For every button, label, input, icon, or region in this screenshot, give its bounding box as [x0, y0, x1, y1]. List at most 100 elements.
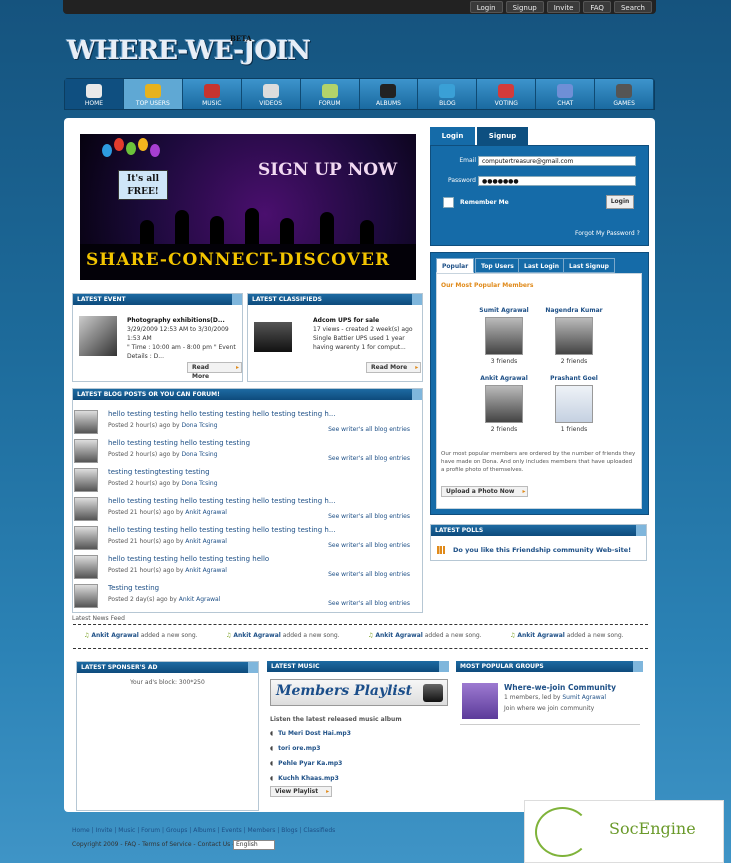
- tab-top-users[interactable]: Top Users: [475, 258, 520, 273]
- blog-meta: Posted 2 day(s) ago by Ankit Agrawal: [108, 596, 221, 603]
- members-playlist-banner[interactable]: Members Playlist: [270, 679, 448, 706]
- member-name[interactable]: Ankit Agrawal: [474, 375, 534, 382]
- author-avatar[interactable]: [74, 468, 98, 492]
- remember-checkbox[interactable]: [443, 197, 454, 208]
- top-link-search[interactable]: Search: [613, 1, 652, 13]
- nav-forum[interactable]: FORUM: [301, 79, 360, 109]
- signup-banner[interactable]: It's all FREE! SIGN UP NOW SHARE-CONNECT…: [80, 134, 416, 280]
- author-avatar[interactable]: [74, 439, 98, 463]
- top-link-signup[interactable]: Signup: [505, 1, 544, 13]
- news-user[interactable]: Ankit Agrawal: [233, 632, 281, 639]
- member-card[interactable]: Ankit Agrawal 2 friends: [474, 375, 534, 433]
- upload-photo-button[interactable]: Upload a Photo Now: [441, 486, 529, 497]
- nav-chat[interactable]: CHAT: [536, 79, 596, 109]
- site-logo[interactable]: WHERE-WE-JOIN: [67, 36, 311, 66]
- member-friends: 2 friends: [490, 426, 518, 433]
- writer-entries-link[interactable]: See writer's all blog entries: [328, 455, 410, 462]
- gramophone-icon: [423, 684, 443, 702]
- forgot-password-link[interactable]: Forgot My Password ?: [575, 230, 640, 237]
- member-name[interactable]: Prashant Goel: [544, 375, 604, 382]
- member-photo[interactable]: [555, 317, 593, 355]
- member-card[interactable]: Sumit Agrawal 3 friends: [474, 307, 534, 365]
- classified-read-more-button[interactable]: Read More: [366, 362, 422, 373]
- classified-title[interactable]: Adcom UPS for sale: [313, 316, 421, 325]
- author-avatar[interactable]: [74, 584, 98, 608]
- login-button[interactable]: Login: [606, 195, 634, 209]
- nav-albums[interactable]: ALBUMS: [360, 79, 419, 109]
- blog-row: testing testingtesting testing Posted 2 h…: [74, 466, 420, 494]
- member-name[interactable]: Nagendra Kumar: [544, 307, 604, 314]
- event-title[interactable]: Photography exhibitions(D...: [127, 316, 242, 325]
- song-item[interactable]: Kuchh Khaas.mp3: [270, 775, 339, 782]
- song-item[interactable]: Tu Meri Dost Hai.mp3: [270, 730, 351, 737]
- author-avatar[interactable]: [74, 555, 98, 579]
- blog-title[interactable]: Testing testing: [108, 584, 159, 592]
- writer-entries-link[interactable]: See writer's all blog entries: [328, 513, 410, 520]
- author-avatar[interactable]: [74, 410, 98, 434]
- popular-description: Our most popular members are ordered by …: [441, 451, 636, 473]
- sponsor-header: LATEST SPONSER'S AD: [77, 662, 258, 673]
- music-note-icon: ♫: [226, 632, 232, 639]
- blog-title[interactable]: hello testing testing hello testing test…: [108, 526, 336, 534]
- song-item[interactable]: tori ore.mp3: [270, 745, 320, 752]
- group-thumbnail[interactable]: [462, 683, 498, 719]
- tab-signup[interactable]: Signup: [477, 127, 528, 145]
- member-card[interactable]: Prashant Goel 1 friends: [544, 375, 604, 433]
- nav-top-users[interactable]: TOP USERS: [123, 79, 183, 109]
- author-avatar[interactable]: [74, 526, 98, 550]
- blog-title[interactable]: hello testing testing hello testing test…: [108, 410, 336, 418]
- member-friends: 2 friends: [560, 358, 588, 365]
- writer-entries-link[interactable]: See writer's all blog entries: [328, 426, 410, 433]
- blog-title[interactable]: hello testing testing hello testing test…: [108, 497, 336, 505]
- nav-games[interactable]: GAMES: [595, 79, 655, 109]
- nav-music[interactable]: MUSIC: [183, 79, 242, 109]
- nav-videos[interactable]: VIDEOS: [242, 79, 301, 109]
- writer-entries-link[interactable]: See writer's all blog entries: [328, 600, 410, 607]
- news-user[interactable]: Ankit Agrawal: [375, 632, 423, 639]
- member-card[interactable]: Nagendra Kumar 2 friends: [544, 307, 604, 365]
- nav-blog[interactable]: BLOG: [418, 79, 478, 109]
- nav-voting[interactable]: VOTING: [477, 79, 537, 109]
- view-playlist-button[interactable]: View Playlist: [270, 786, 333, 797]
- event-read-more-button[interactable]: Read More: [187, 362, 242, 380]
- writer-entries-link[interactable]: See writer's all blog entries: [328, 571, 410, 578]
- tab-last-signup[interactable]: Last Signup: [563, 258, 615, 273]
- member-photo[interactable]: [485, 317, 523, 355]
- footer-links[interactable]: Home | Invite | Music | Forum | Groups |…: [72, 827, 335, 834]
- top-users-icon: [144, 84, 161, 98]
- tab-popular[interactable]: Popular: [436, 258, 475, 273]
- song-item[interactable]: Pehle Pyar Ka.mp3: [270, 760, 342, 767]
- top-link-invite[interactable]: Invite: [546, 1, 581, 13]
- news-user[interactable]: Ankit Agrawal: [91, 632, 139, 639]
- games-icon: [616, 84, 633, 98]
- author-avatar[interactable]: [74, 497, 98, 521]
- blog-title[interactable]: testing testingtesting testing: [108, 468, 210, 476]
- blog-title[interactable]: hello testing testing hello testing test…: [108, 439, 250, 447]
- tab-login[interactable]: Login: [430, 127, 475, 145]
- top-link-faq[interactable]: FAQ: [583, 1, 611, 13]
- group-name[interactable]: Where-we-join Community: [504, 683, 616, 692]
- blog-title[interactable]: hello testing testing hello testing test…: [108, 555, 269, 563]
- language-select[interactable]: English: [233, 840, 275, 850]
- socengine-logo[interactable]: SocEngine: [524, 800, 724, 863]
- blog-row: Testing testing Posted 2 day(s) ago by An…: [74, 582, 420, 610]
- event-thumbnail[interactable]: [79, 316, 117, 356]
- latest-polls-box: LATEST POLLS Do you like this Friendship…: [430, 524, 647, 561]
- member-photo[interactable]: [485, 385, 523, 423]
- writer-entries-link[interactable]: See writer's all blog entries: [328, 542, 410, 549]
- blog-meta: Posted 21 hour(s) ago by Ankit Agrawal: [108, 538, 227, 545]
- poll-question[interactable]: Do you like this Friendship community We…: [453, 546, 631, 554]
- top-link-login[interactable]: Login: [469, 1, 503, 13]
- member-photo[interactable]: [555, 385, 593, 423]
- music-header: LATEST MUSIC: [267, 661, 449, 672]
- music-note-icon: ♫: [84, 632, 90, 639]
- member-name[interactable]: Sumit Agrawal: [474, 307, 534, 314]
- nav-home[interactable]: HOME: [65, 79, 124, 109]
- classified-thumbnail[interactable]: [254, 322, 292, 352]
- forum-icon: [321, 84, 338, 98]
- group-divider: [460, 724, 640, 725]
- email-field[interactable]: computertreasure@gmail.com: [478, 156, 636, 166]
- password-field[interactable]: ●●●●●●●: [478, 176, 636, 186]
- tab-last-login[interactable]: Last Login: [518, 258, 565, 273]
- news-user[interactable]: Ankit Agrawal: [517, 632, 565, 639]
